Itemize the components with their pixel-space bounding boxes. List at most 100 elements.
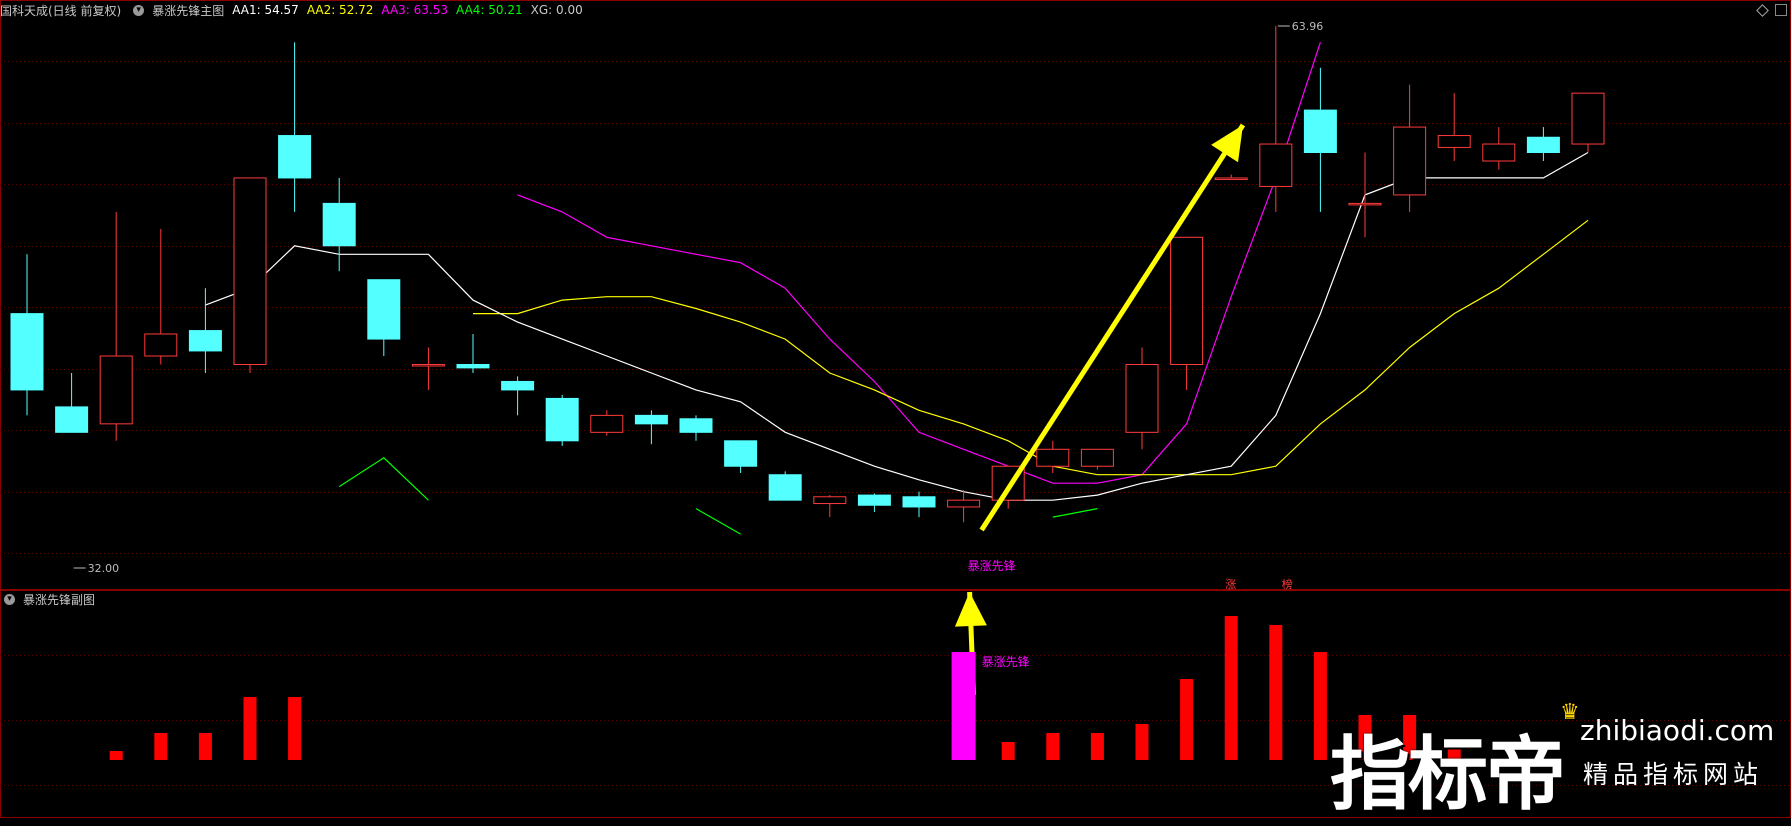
candle-body-down	[902, 496, 936, 508]
aa2-value: AA2: 52.72	[306, 3, 374, 17]
low-marker-label: 32.00	[88, 562, 120, 575]
chevron-down-icon[interactable]: ▾	[4, 593, 15, 605]
candle	[10, 254, 44, 416]
sub-bar	[1180, 679, 1194, 760]
main-panel-border	[0, 0, 1791, 590]
candle	[1437, 93, 1471, 161]
candle	[724, 440, 758, 474]
candle-body-up	[1437, 135, 1471, 148]
stock-title[interactable]: 国科天成(日线 前复权)	[0, 2, 121, 19]
aa4-line	[338, 457, 429, 501]
crown-icon: ♛	[1560, 700, 1580, 725]
sub-bar	[243, 697, 257, 760]
high-marker-label: 63.96	[1292, 20, 1324, 33]
candle	[1259, 26, 1293, 212]
candle-body-down	[679, 418, 713, 433]
sub-bar	[1001, 742, 1015, 760]
candle-body-up	[1393, 126, 1427, 196]
candle	[679, 415, 713, 441]
candle	[278, 42, 312, 212]
candle	[813, 495, 847, 518]
watermark: 指标帝 ♛ zhibiaodi.com 精品指标网站	[1330, 700, 1790, 821]
candle-body-up	[590, 414, 624, 433]
candle-body-down	[724, 440, 758, 467]
aa4-line	[1052, 508, 1098, 518]
candle-body-up	[99, 355, 133, 425]
candle	[1571, 92, 1605, 153]
candle	[501, 376, 535, 416]
candle	[1170, 236, 1204, 390]
candle-body-up	[1571, 92, 1605, 145]
candle	[1080, 448, 1114, 470]
candle	[1125, 347, 1159, 450]
candle-body-down	[367, 279, 401, 340]
candle	[857, 493, 891, 513]
candle	[1482, 127, 1516, 170]
sub-bar	[1090, 733, 1104, 760]
candle	[1393, 84, 1427, 212]
sub-indicator-name[interactable]: 暴涨先锋副图	[23, 591, 95, 608]
signal-label-main: 暴涨先锋	[968, 558, 1016, 573]
main-panel-header: 国科天成(日线 前复权) ▾ 暴涨先锋主图 AA1: 54.57 AA2: 52…	[0, 2, 591, 18]
candle-body-up	[813, 496, 847, 505]
arrow-head	[954, 592, 987, 627]
candle	[902, 491, 936, 518]
xg-value: XG: 0.00	[530, 3, 583, 17]
watermark-url: zhibiaodi.com	[1580, 714, 1775, 747]
candle-body-up	[1125, 363, 1159, 433]
candle	[590, 410, 624, 436]
indicator-name[interactable]: 暴涨先锋主图	[152, 2, 224, 19]
candle-body-down	[545, 397, 579, 442]
sub-bar	[198, 733, 212, 760]
candle	[545, 395, 579, 446]
candle-body-down	[501, 380, 535, 391]
arrow-shaft	[979, 123, 1246, 532]
signal-bar	[951, 652, 976, 760]
candle	[1526, 127, 1560, 161]
candle	[144, 228, 178, 365]
candle-body-up	[144, 333, 178, 357]
panel-resize-icon[interactable]	[1775, 4, 1787, 16]
candle	[634, 410, 668, 445]
sub-bar	[1135, 724, 1149, 760]
candle-body-up	[947, 499, 981, 508]
chart-canvas[interactable]: 63.9632.00 暴涨先锋涨 榜暴涨先锋	[0, 0, 1791, 818]
aa1-value: AA1: 54.57	[232, 3, 299, 17]
sub-bar	[1046, 733, 1060, 760]
candle	[99, 211, 133, 441]
candle-body-up	[1080, 448, 1114, 467]
chevron-down-icon[interactable]: ▾	[133, 4, 145, 16]
tag-bang: 榜	[1282, 577, 1293, 591]
candle-body-up	[1170, 236, 1204, 365]
trend-arrow	[979, 123, 1246, 532]
candle-body-up	[411, 363, 445, 367]
sub-bar	[109, 751, 123, 760]
candle-body-down	[10, 313, 44, 391]
candle	[456, 333, 490, 373]
candle	[1303, 67, 1337, 212]
candle	[233, 177, 267, 373]
aa4-line	[695, 508, 741, 535]
candle-body-up	[1036, 448, 1070, 467]
candle-body-up	[1482, 143, 1516, 162]
candle-body-down	[278, 135, 312, 179]
sub-bar	[1313, 652, 1327, 760]
signal-label-sub: 暴涨先锋	[982, 654, 1030, 669]
candle	[1214, 174, 1248, 180]
aa3-value: AA3: 63.53	[381, 3, 449, 17]
arrow-head	[1211, 125, 1243, 163]
candle-body-down	[55, 406, 89, 433]
candle	[411, 347, 445, 390]
candle-body-down	[768, 474, 802, 501]
sub-bar	[154, 733, 168, 760]
sub-panel-header: ▾ 暴涨先锋副图	[0, 591, 103, 607]
candle	[55, 372, 89, 433]
candle-body-up	[233, 177, 267, 365]
aa4-value: AA4: 50.21	[456, 3, 523, 17]
candle-body-down	[1526, 136, 1560, 154]
candle-body-down	[634, 414, 668, 425]
tag-zhang: 涨	[1225, 578, 1236, 591]
candle	[322, 177, 356, 272]
watermark-brand: 指标帝	[1330, 728, 1566, 821]
watermark-slogan: 精品指标网站	[1583, 760, 1764, 789]
